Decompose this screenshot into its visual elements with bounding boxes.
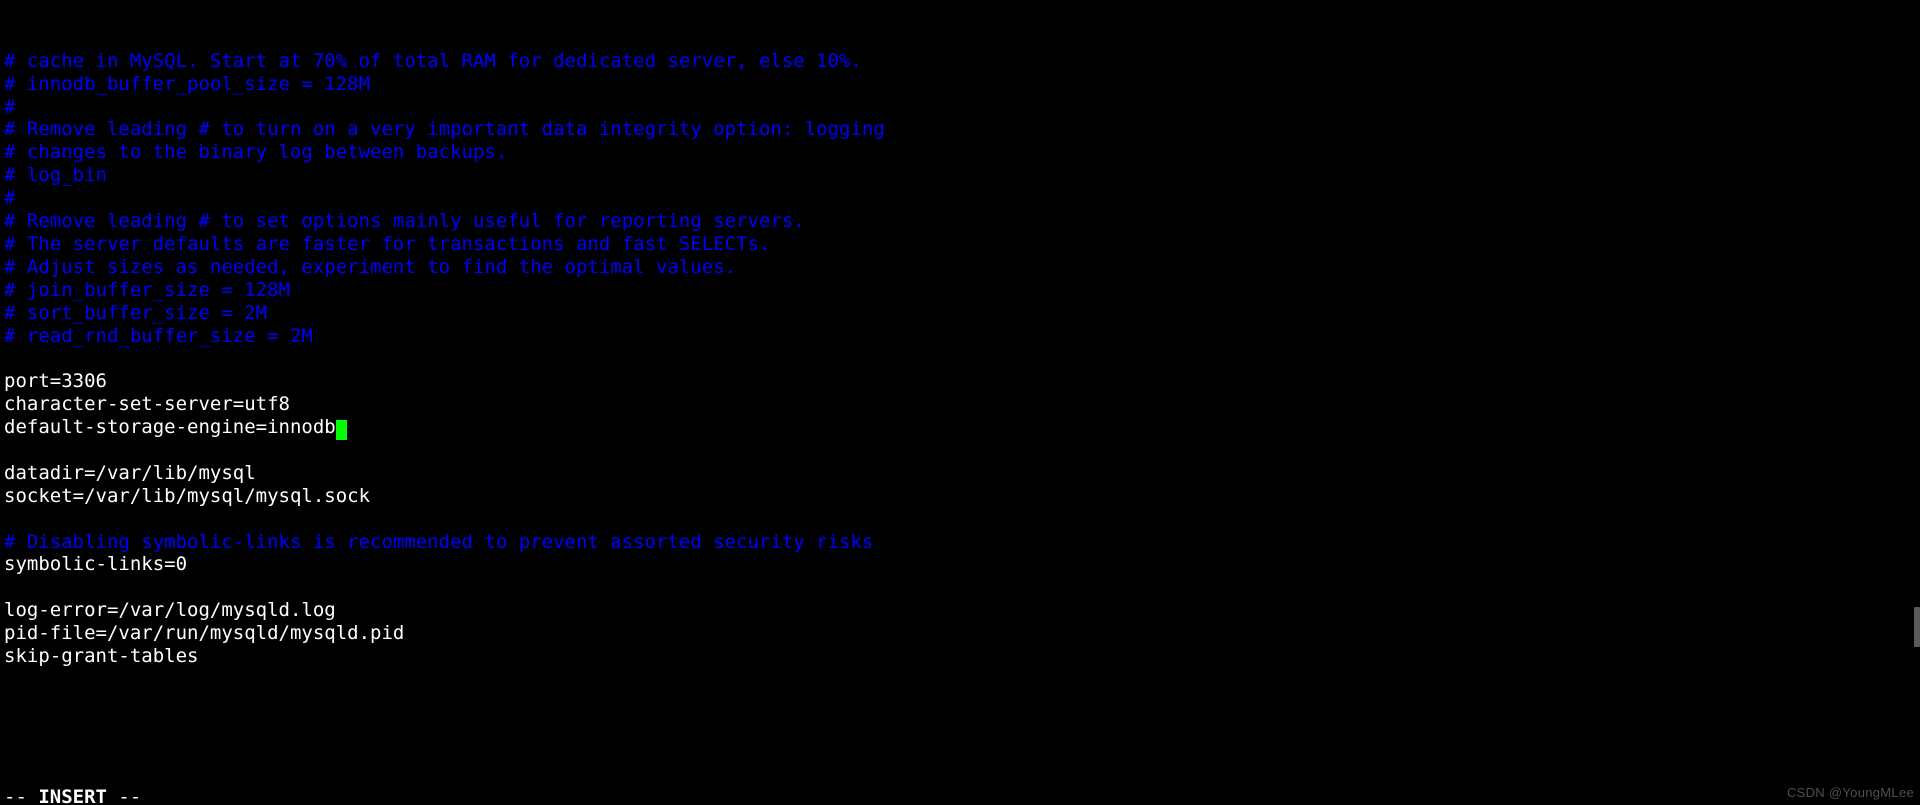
config-comment-line[interactable]: # Disabling symbolic-links is recommende… bbox=[4, 531, 1916, 554]
config-comment-line[interactable]: # Adjust sizes as needed, experiment to … bbox=[4, 256, 1916, 279]
config-comment-line[interactable]: # bbox=[4, 96, 1916, 119]
config-comment-line[interactable]: # innodb_buffer_pool_size = 128M bbox=[4, 73, 1916, 96]
text-cursor bbox=[336, 420, 347, 440]
config-line[interactable] bbox=[4, 347, 1916, 370]
config-line[interactable]: datadir=/var/lib/mysql bbox=[4, 462, 1916, 485]
config-comment-line[interactable]: # join_buffer_size = 128M bbox=[4, 279, 1916, 302]
config-line[interactable]: symbolic-links=0 bbox=[4, 553, 1916, 576]
config-line[interactable]: port=3306 bbox=[4, 370, 1916, 393]
file-content[interactable]: # cache in MySQL. Start at 70% of total … bbox=[4, 50, 1916, 668]
scrollbar-track[interactable] bbox=[1914, 0, 1920, 805]
config-line[interactable]: default-storage-engine=innodb bbox=[4, 416, 1916, 439]
config-line[interactable]: log-error=/var/log/mysqld.log bbox=[4, 599, 1916, 622]
watermark-text: CSDN @YoungMLee bbox=[1787, 782, 1914, 805]
config-line[interactable]: socket=/var/lib/mysql/mysql.sock bbox=[4, 485, 1916, 508]
config-line[interactable]: pid-file=/var/run/mysqld/mysqld.pid bbox=[4, 622, 1916, 645]
config-comment-line[interactable]: # sort_buffer_size = 2M bbox=[4, 302, 1916, 325]
vim-status-bar: -- INSERT -- 23,30 75% bbox=[4, 763, 1912, 786]
config-comment-line[interactable]: # read_rnd_buffer_size = 2M bbox=[4, 325, 1916, 348]
config-comment-line[interactable]: # bbox=[4, 187, 1916, 210]
config-line[interactable] bbox=[4, 508, 1916, 531]
scrollbar-thumb[interactable] bbox=[1914, 607, 1920, 647]
mode-suffix: -- bbox=[107, 786, 141, 805]
config-comment-line[interactable]: # The server defaults are faster for tra… bbox=[4, 233, 1916, 256]
config-line[interactable] bbox=[4, 576, 1916, 599]
config-comment-line[interactable]: # Remove leading # to set options mainly… bbox=[4, 210, 1916, 233]
config-comment-line[interactable]: # changes to the binary log between back… bbox=[4, 141, 1916, 164]
config-line[interactable] bbox=[4, 439, 1916, 462]
config-comment-line[interactable]: # Remove leading # to turn on a very imp… bbox=[4, 118, 1916, 141]
vim-mode-indicator: -- INSERT -- bbox=[4, 786, 141, 805]
config-comment-line[interactable]: # cache in MySQL. Start at 70% of total … bbox=[4, 50, 1916, 73]
config-line[interactable]: skip-grant-tables bbox=[4, 645, 1916, 668]
terminal-editor[interactable]: # cache in MySQL. Start at 70% of total … bbox=[0, 0, 1920, 805]
mode-text: INSERT bbox=[38, 786, 107, 805]
config-comment-line[interactable]: # log_bin bbox=[4, 164, 1916, 187]
mode-prefix: -- bbox=[4, 786, 38, 805]
config-line[interactable]: character-set-server=utf8 bbox=[4, 393, 1916, 416]
